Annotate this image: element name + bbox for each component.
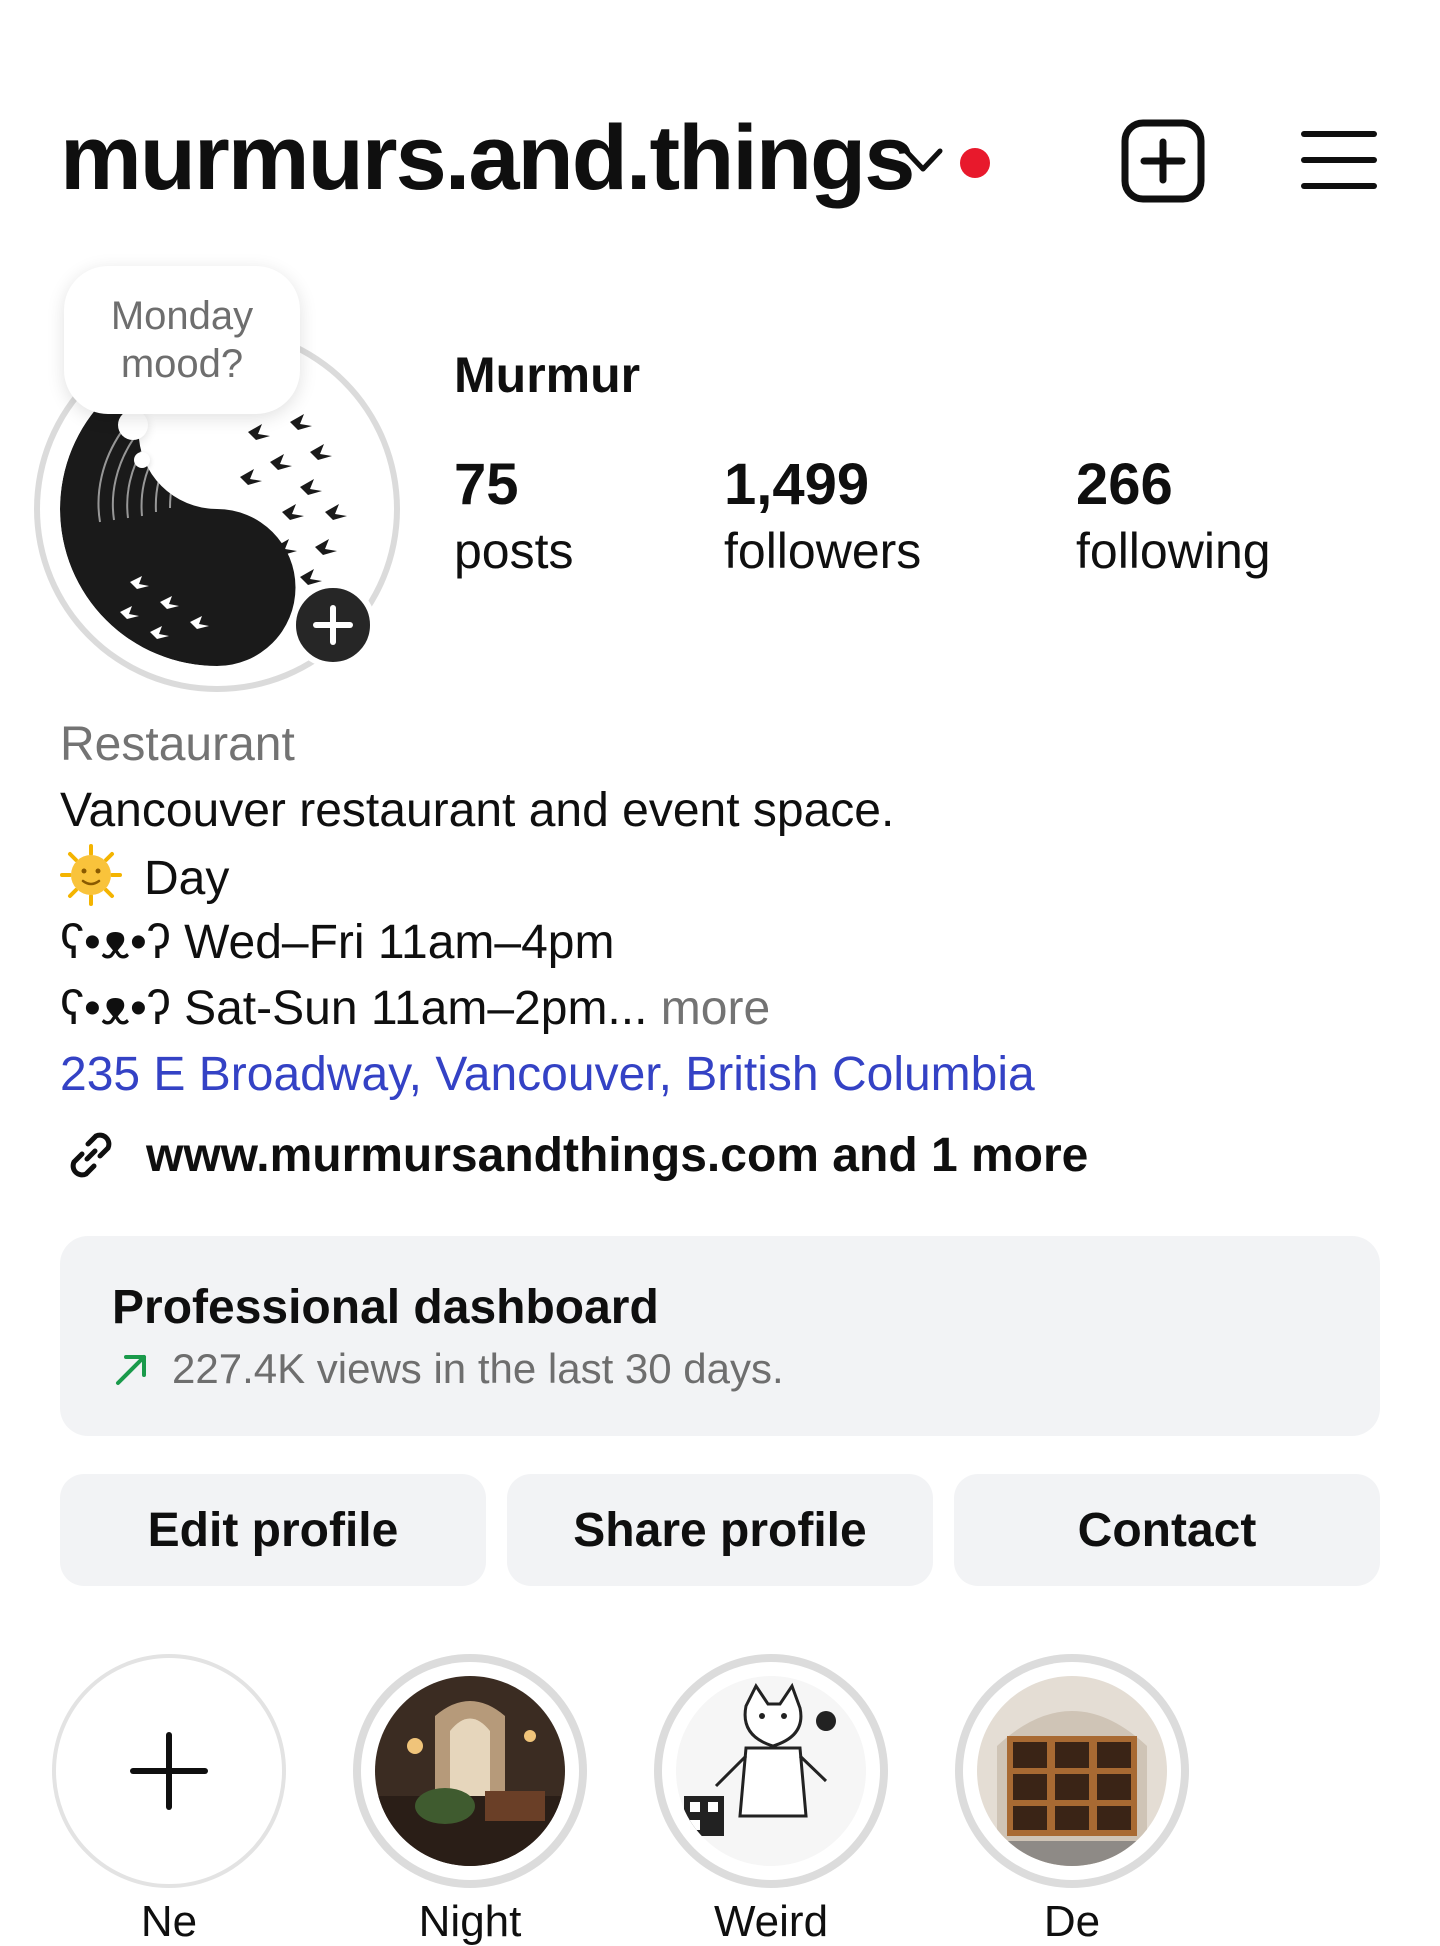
website-link[interactable]: www.murmursandthings.com and 1 more [60,1122,1088,1188]
trend-up-icon [116,1355,146,1385]
bio-line-day: Day [60,844,1380,910]
note-bubble-tail-small [134,452,150,468]
address-link[interactable]: 235 E Broadway, Vancouver, British Colum… [60,1042,1380,1108]
bio-more-link[interactable]: more [661,982,770,1035]
stat-posts[interactable]: 75 posts [454,452,574,579]
bio-category: Restaurant [60,718,295,771]
stat-label: posts [454,523,574,579]
plus-icon [313,605,353,645]
highlight-cover-image [977,1676,1167,1866]
dashboard-views-text: 227.4K views in the last 30 days. [172,1345,784,1392]
hamburger-menu-icon[interactable] [1300,128,1378,192]
dashboard-title: Professional dashboard [112,1281,659,1334]
stat-label: followers [724,523,922,579]
username-title[interactable]: murmurs.and.things [60,112,915,204]
highlight-cover-image [676,1676,866,1866]
sun-face-icon [60,844,122,906]
bio: Restaurant Vancouver restaurant and even… [60,712,1380,1108]
stat-value: 266 [1076,452,1173,517]
highlight-de[interactable] [955,1654,1189,1888]
notification-dot [960,148,990,178]
bio-hours-weekday: ʕ•ᴥ•ʔ Wed–Fri 11am–4pm [60,916,615,969]
plus-square-icon[interactable] [1120,118,1206,204]
highlight-cover-image [375,1676,565,1866]
edit-profile-button[interactable]: Edit profile [60,1474,486,1586]
bio-hours-text: ʕ•ᴥ•ʔ Sat-Sun 11am–2pm... [60,982,648,1035]
dashboard-subtitle: 227.4K views in the last 30 days. [112,1348,784,1390]
profile-header: murmurs.and.things [0,0,1440,240]
stat-following[interactable]: 266 following [1076,452,1271,579]
highlight-label: Weird [713,1897,829,1946]
highlight-night[interactable] [353,1654,587,1888]
note-bubble[interactable]: Monday mood? [64,266,300,414]
highlight-label: Night [418,1897,522,1946]
highlight-weird[interactable] [654,1654,888,1888]
website-text: www.murmursandthings.com and 1 more [146,1128,1089,1182]
plus-icon [130,1732,208,1810]
bio-line: Vancouver restaurant and event space. [60,784,895,837]
stat-value: 1,499 [724,452,870,517]
stat-label: following [1076,523,1271,579]
chevron-down-icon[interactable] [902,145,944,175]
highlight-new[interactable] [52,1654,286,1888]
stat-value: 75 [454,452,519,517]
stat-followers[interactable]: 1,499 followers [724,452,922,579]
bio-hours-weekend: ʕ•ᴥ•ʔ Sat-Sun 11am–2pm... more [60,976,1380,1042]
display-name: Murmur [454,347,641,403]
add-story-button[interactable] [290,582,376,668]
professional-dashboard[interactable]: Professional dashboard 227.4K views in t… [60,1236,1380,1436]
note-bubble-tail [118,410,148,440]
share-profile-button[interactable]: Share profile [507,1474,933,1586]
highlight-label: Ne [140,1897,198,1946]
highlight-label: De [1043,1897,1101,1946]
bio-day-text: Day [144,852,230,905]
contact-button[interactable]: Contact [954,1474,1380,1586]
link-icon [70,1132,112,1178]
note-text: Monday mood? [110,294,254,386]
